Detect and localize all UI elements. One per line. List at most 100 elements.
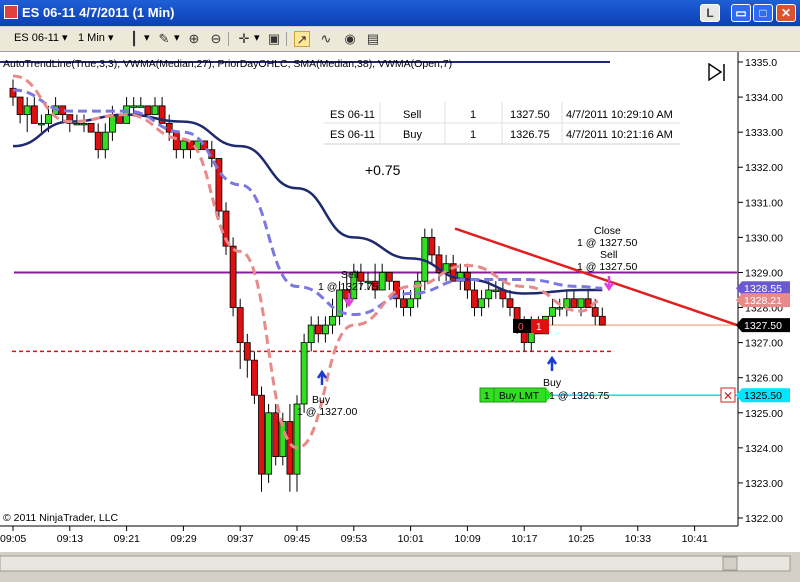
candle-body [577, 298, 585, 308]
zoom-out-icon[interactable]: ⊖ [208, 31, 224, 47]
candle-body [478, 298, 486, 308]
executions-table: ES 06-11 Sell 1 1327.50 4/7/2011 10:29:1… [324, 102, 680, 145]
window-title: ES 06-11 4/7/2011 (1 Min) [22, 5, 175, 20]
candle-body [179, 140, 187, 151]
candle-body [428, 236, 436, 256]
time-tick-label: 10:41 [682, 533, 708, 545]
candle-body [549, 307, 556, 317]
restore-button[interactable]: ▭ [731, 4, 751, 22]
candle-body [485, 289, 493, 300]
candle-body [563, 298, 571, 308]
price-chart[interactable]: AutoTrendLine(True,3,3), VWMA(Median,27)… [0, 52, 800, 577]
position-qty: 0 [518, 322, 524, 333]
exec-instrument: ES 06-11 [330, 129, 375, 141]
draw-pencil-icon[interactable]: ✎ [156, 31, 172, 47]
interval-selector[interactable]: 1 Min [78, 30, 105, 47]
price-marker-label: 1325.50 [744, 390, 782, 402]
candle-body [400, 298, 407, 308]
price-tick-label: 1333.00 [745, 127, 783, 139]
indicators-icon[interactable]: ∿ [318, 31, 334, 47]
candle-body [172, 131, 180, 151]
crosshair-icon[interactable]: ✛ [236, 31, 252, 47]
exec-price: 1326.75 [510, 129, 550, 141]
time-tick-label: 10:01 [398, 533, 424, 545]
candle-body [80, 122, 88, 126]
candle-body [130, 105, 138, 108]
candle-body [591, 307, 599, 317]
properties-icon[interactable]: ▤ [365, 31, 381, 47]
chart-trader-icon[interactable]: ↗ [294, 31, 310, 47]
price-tick-label: 1334.00 [745, 92, 783, 104]
candle-body [38, 122, 45, 126]
candle-body [73, 122, 81, 126]
snapshot-icon[interactable]: ▣ [266, 31, 282, 47]
exec-qty: 1 [470, 129, 476, 141]
price-tick-label: 1330.00 [745, 232, 783, 244]
sell-marker-qty-2: 1 @ 1327.50 [577, 261, 637, 273]
candle-body [321, 324, 329, 335]
time-tick-label: 10:17 [511, 533, 537, 545]
strategies-icon[interactable]: ◉ [342, 31, 358, 47]
instrument-dropdown-icon[interactable]: ▾ [62, 30, 68, 47]
time-tick-label: 10:09 [454, 533, 480, 545]
exec-action: Buy [403, 129, 422, 141]
interval-dropdown-icon[interactable]: ▾ [108, 30, 114, 47]
exec-price: 1327.50 [510, 109, 550, 121]
scrollbar[interactable] [0, 555, 791, 572]
candle-body [109, 114, 116, 133]
candle-body [229, 245, 237, 308]
close-button[interactable]: ✕ [776, 4, 796, 22]
candle-body [471, 289, 478, 308]
candle-body [378, 272, 386, 291]
buy-marker-label-2: Buy [543, 377, 562, 389]
candle-body [407, 298, 415, 308]
candle-body [265, 412, 273, 475]
crosshair-dropdown-icon[interactable]: ▾ [254, 30, 260, 47]
cancel-order-icon[interactable]: ✕ [723, 389, 733, 403]
draw-dropdown-icon[interactable]: ▾ [174, 30, 180, 47]
price-tick-label: 1326.00 [745, 373, 783, 385]
candle-body [357, 272, 365, 282]
price-tick-label: 1331.00 [745, 197, 783, 209]
candle-body [272, 412, 280, 458]
minimize-button[interactable]: L [700, 4, 720, 22]
candle-body [463, 272, 471, 291]
candle-body [584, 298, 592, 308]
sell-marker-label-2: Sell [600, 249, 618, 261]
candle-body [250, 359, 258, 396]
candle-body [506, 298, 514, 308]
candle-body [329, 315, 336, 326]
candle-body [258, 394, 265, 475]
zoom-in-icon[interactable]: ⊕ [186, 31, 202, 47]
time-tick-label: 09:21 [114, 533, 140, 545]
bar-type-icon[interactable]: ┃ [126, 31, 142, 47]
toolbar-separator [286, 32, 287, 46]
time-tick-label: 09:29 [170, 533, 196, 545]
candle-body [598, 315, 606, 326]
copyright-label: © 2011 NinjaTrader, LLC [3, 512, 119, 524]
candle-body [23, 105, 31, 116]
maximize-button[interactable]: □ [753, 4, 773, 22]
scrollbar-thumb[interactable] [722, 556, 738, 571]
time-tick-label: 09:53 [341, 533, 367, 545]
candle-body [492, 289, 500, 292]
close-marker-qty: 1 @ 1327.50 [577, 237, 637, 249]
exec-instrument: ES 06-11 [330, 109, 375, 121]
bar-type-dropdown-icon[interactable]: ▾ [144, 30, 150, 47]
price-tick-label: 1332.00 [745, 162, 783, 174]
pnl-label: +0.75 [365, 162, 401, 178]
price-marker-label: 1327.50 [744, 320, 782, 332]
candle-body [151, 105, 159, 116]
candle-body [45, 114, 52, 124]
price-tick-label: 1329.00 [745, 267, 783, 279]
time-tick-label: 09:13 [57, 533, 83, 545]
exec-time: 4/7/2011 10:29:10 AM [566, 109, 673, 121]
instrument-selector[interactable]: ES 06-11 [14, 30, 59, 47]
position-pnl: 1 [536, 322, 542, 333]
price-tick-label: 1323.00 [745, 478, 783, 490]
candle-body [30, 105, 38, 124]
chart-area[interactable]: AutoTrendLine(True,3,3), VWMA(Median,27)… [0, 52, 800, 577]
candle-body [385, 272, 393, 282]
price-tick-label: 1327.00 [745, 338, 783, 350]
candle-body [414, 280, 422, 300]
